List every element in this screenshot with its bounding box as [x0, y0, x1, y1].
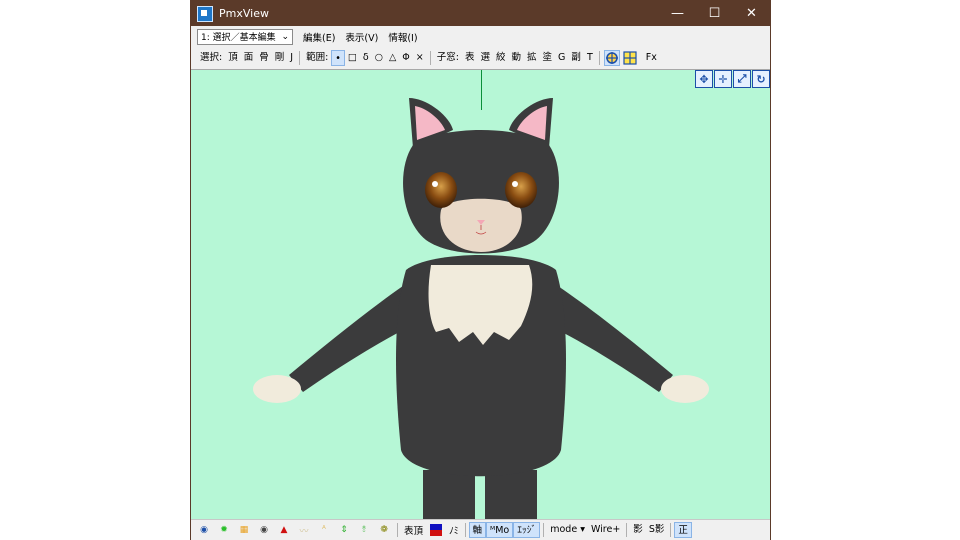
chevron-down-icon: ⌄	[281, 31, 289, 42]
table-vertex-label[interactable]: 表頂	[401, 523, 426, 537]
child-scale-button[interactable]: 拡	[524, 50, 540, 66]
left-eye	[425, 172, 457, 208]
edit-mode-dropdown[interactable]: 1: 選択／基本編集 ⌄	[197, 28, 293, 45]
main-toolbar: 選択: 頂 面 骨 剛 J 範囲: • □ δ ○ △ Φ × 子窓: 表 選 …	[191, 48, 770, 68]
child-t-button[interactable]: T	[584, 50, 596, 66]
select-vertex-button[interactable]: 頂	[225, 50, 241, 66]
right-eye-highlight	[512, 181, 518, 187]
grid-icon[interactable]	[622, 50, 638, 66]
color-swatch-icon[interactable]	[429, 523, 443, 537]
gizmo-icon[interactable]	[603, 50, 620, 66]
child-window-label: 子窓:	[436, 52, 459, 63]
range-clear-button[interactable]: ×	[413, 50, 427, 66]
range-point-button[interactable]: •	[331, 50, 345, 66]
vertex-icon[interactable]: ◉	[197, 523, 211, 537]
self-shadow-toggle[interactable]: S影	[646, 522, 668, 538]
3d-viewport[interactable]: ✥ ✛ ⤢ ↻	[191, 69, 770, 520]
red-triangle-icon[interactable]: ▲	[277, 523, 291, 537]
child-move-button[interactable]: 動	[509, 50, 525, 66]
toolbar-separator	[598, 51, 600, 65]
wave-icon[interactable]: 〰	[297, 523, 311, 537]
wire-toggle[interactable]: Wire+	[588, 522, 623, 538]
axis-toggle[interactable]: 軸	[468, 522, 487, 538]
record-icon[interactable]: ◉	[257, 523, 271, 537]
left-paw	[253, 375, 301, 403]
child-table-button[interactable]: 表	[462, 50, 478, 66]
morph-icon[interactable]: ❁	[377, 523, 391, 537]
select-label: 選択:	[200, 52, 223, 63]
leaf-icon[interactable]: ⥉	[357, 523, 371, 537]
pmxview-window: PmxView — ☐ ✕ 1: 選択／基本編集 ⌄ 編集(E) 表示(V) 情…	[190, 0, 771, 540]
child-filter-button[interactable]: 絞	[493, 50, 509, 66]
menu-bar: 1: 選択／基本編集 ⌄ 編集(E) 表示(V) 情報(I)	[191, 26, 770, 47]
select-face-button[interactable]: 面	[241, 50, 257, 66]
right-leg	[485, 470, 537, 520]
maximize-button[interactable]: ☐	[696, 1, 733, 26]
toolbar-separator	[299, 51, 301, 65]
select-bone-button[interactable]: 骨	[256, 50, 272, 66]
app-icon	[197, 5, 213, 22]
mi-label[interactable]: ﾉﾐ	[446, 523, 462, 537]
right-eye	[505, 172, 537, 208]
shadow-toggle[interactable]: 影	[630, 522, 646, 538]
mo-toggle[interactable]: ᴹMo	[486, 522, 514, 538]
status-separator	[464, 523, 466, 537]
text-icon[interactable]: ᴬ	[317, 523, 331, 537]
child-sub-button[interactable]: 副	[568, 50, 584, 66]
left-leg	[423, 470, 475, 520]
range-triangle-button[interactable]: △	[386, 50, 399, 66]
status-separator	[397, 523, 398, 537]
range-circle-button[interactable]: ○	[372, 50, 386, 66]
menu-edit[interactable]: 編集(E)	[303, 30, 335, 44]
range-label: 範囲:	[306, 52, 329, 63]
fx-button[interactable]: Fx	[643, 50, 660, 66]
status-separator	[670, 523, 672, 537]
title-bar[interactable]: PmxView — ☐ ✕	[191, 1, 770, 26]
child-paint-button[interactable]: 塗	[540, 50, 556, 66]
cat-model	[253, 98, 709, 520]
left-eye-highlight	[432, 181, 438, 187]
child-select-button[interactable]: 選	[477, 50, 493, 66]
orange-grid-icon[interactable]: ▦	[237, 523, 251, 537]
menu-view[interactable]: 表示(V)	[345, 30, 378, 44]
green-star-icon[interactable]: ✹	[217, 523, 231, 537]
child-g-button[interactable]: G	[555, 50, 568, 66]
orthographic-toggle[interactable]: 正	[674, 522, 692, 538]
edge-toggle[interactable]: ｴｯｼﾞ	[513, 522, 541, 538]
edit-mode-value: 1: 選択／基本編集	[201, 33, 276, 43]
mode-dropdown[interactable]: mode ▾	[547, 522, 588, 538]
range-delta-button[interactable]: δ	[360, 50, 372, 66]
status-separator	[543, 523, 545, 537]
window-title: PmxView	[219, 7, 269, 20]
select-joint-button[interactable]: J	[287, 50, 296, 66]
minimize-button[interactable]: —	[659, 1, 696, 26]
range-rect-button[interactable]: □	[345, 50, 360, 66]
close-button[interactable]: ✕	[733, 1, 770, 26]
toolbar-separator	[429, 51, 431, 65]
menu-info[interactable]: 情報(I)	[388, 30, 417, 44]
status-separator	[626, 523, 628, 537]
range-phi-button[interactable]: Φ	[399, 50, 412, 66]
right-paw	[661, 375, 709, 403]
status-bar: ◉ ✹ ▦ ◉ ▲ 〰 ᴬ ⇕ ⥉ ❁ 表頂 ﾉﾐ 軸 ᴹMo ｴｯｼﾞ mod…	[191, 519, 770, 540]
select-rigid-button[interactable]: 剛	[272, 50, 288, 66]
bone-icon[interactable]: ⇕	[337, 523, 351, 537]
